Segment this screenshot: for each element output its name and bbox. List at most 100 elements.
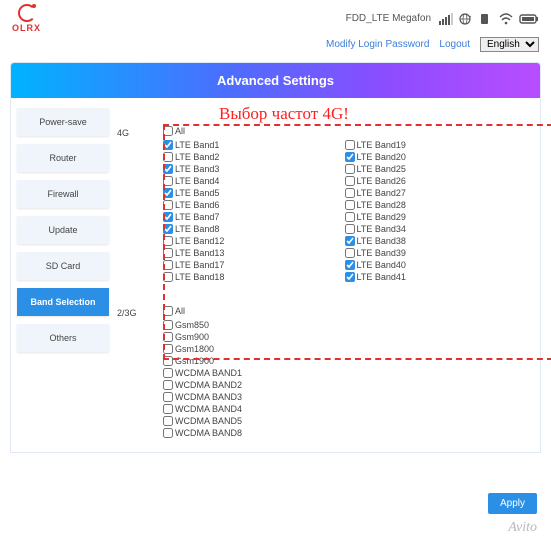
checkbox-lte-band19[interactable]: LTE Band19 xyxy=(345,140,527,150)
checkbox-input[interactable] xyxy=(163,344,173,354)
checkbox-input[interactable] xyxy=(163,332,173,342)
checkbox-4g-all[interactable]: All xyxy=(163,126,526,136)
checkbox-23g-all[interactable]: All xyxy=(163,306,526,316)
checkbox-wcdma-band5[interactable]: WCDMA BAND5 xyxy=(163,416,526,426)
checkbox-input[interactable] xyxy=(345,248,355,258)
checkbox-input[interactable] xyxy=(163,356,173,366)
checkbox-input[interactable] xyxy=(163,200,173,210)
checkbox-input[interactable] xyxy=(163,392,173,402)
checkbox-wcdma-band3[interactable]: WCDMA BAND3 xyxy=(163,392,526,402)
checkbox-input[interactable] xyxy=(163,306,173,316)
checkbox-label: LTE Band13 xyxy=(175,248,224,258)
network-status: FDD_LTE Megafon xyxy=(346,13,431,24)
brand-name: OLRX xyxy=(12,23,41,33)
sidebar-item-band-selection[interactable]: Band Selection xyxy=(17,288,109,316)
checkbox-wcdma-band1[interactable]: WCDMA BAND1 xyxy=(163,368,526,378)
checkbox-wcdma-band8[interactable]: WCDMA BAND8 xyxy=(163,428,526,438)
brand-logo: OLRX xyxy=(12,4,41,33)
checkbox-lte-band39[interactable]: LTE Band39 xyxy=(345,248,527,258)
checkbox-input[interactable] xyxy=(163,236,173,246)
sidebar-item-update[interactable]: Update xyxy=(17,216,109,244)
checkbox-lte-band40[interactable]: LTE Band40 xyxy=(345,260,527,270)
checkbox-input[interactable] xyxy=(163,188,173,198)
checkbox-input[interactable] xyxy=(163,428,173,438)
checkbox-label: LTE Band34 xyxy=(357,224,406,234)
checkbox-lte-band27[interactable]: LTE Band27 xyxy=(345,188,527,198)
checkbox-label: LTE Band17 xyxy=(175,260,224,270)
checkbox-lte-band7[interactable]: LTE Band7 xyxy=(163,212,345,222)
checkbox-input[interactable] xyxy=(163,320,173,330)
checkbox-lte-band1[interactable]: LTE Band1 xyxy=(163,140,345,150)
checkbox-lte-band29[interactable]: LTE Band29 xyxy=(345,212,527,222)
checkbox-label: Gsm900 xyxy=(175,332,209,342)
sidebar-item-sd-card[interactable]: SD Card xyxy=(17,252,109,280)
checkbox-input[interactable] xyxy=(163,224,173,234)
checkbox-lte-band3[interactable]: LTE Band3 xyxy=(163,164,345,174)
checkbox-label: LTE Band26 xyxy=(357,176,406,186)
callout-title: Выбор частот 4G! xyxy=(219,104,349,124)
checkbox-input[interactable] xyxy=(345,212,355,222)
checkbox-label: LTE Band18 xyxy=(175,272,224,282)
sidebar-item-firewall[interactable]: Firewall xyxy=(17,180,109,208)
checkbox-lte-band26[interactable]: LTE Band26 xyxy=(345,176,527,186)
checkbox-input[interactable] xyxy=(345,188,355,198)
checkbox-input[interactable] xyxy=(345,200,355,210)
checkbox-lte-band4[interactable]: LTE Band4 xyxy=(163,176,345,186)
checkbox-input[interactable] xyxy=(345,260,355,270)
checkbox-lte-band25[interactable]: LTE Band25 xyxy=(345,164,527,174)
checkbox-input[interactable] xyxy=(163,260,173,270)
checkbox-input[interactable] xyxy=(163,272,173,282)
checkbox-gsm900[interactable]: Gsm900 xyxy=(163,332,526,342)
checkbox-input[interactable] xyxy=(345,140,355,150)
svg-text:▾: ▾ xyxy=(469,14,471,19)
checkbox-input[interactable] xyxy=(345,164,355,174)
language-select[interactable]: English xyxy=(480,37,539,52)
checkbox-input[interactable] xyxy=(345,272,355,282)
checkbox-input[interactable] xyxy=(345,152,355,162)
checkbox-input[interactable] xyxy=(163,368,173,378)
checkbox-input[interactable] xyxy=(163,248,173,258)
checkbox-label: LTE Band41 xyxy=(357,272,406,282)
checkbox-gsm1800[interactable]: Gsm1800 xyxy=(163,344,526,354)
checkbox-lte-band17[interactable]: LTE Band17 xyxy=(163,260,345,270)
checkbox-lte-band2[interactable]: LTE Band2 xyxy=(163,152,345,162)
sidebar-item-router[interactable]: Router xyxy=(17,144,109,172)
checkbox-input[interactable] xyxy=(163,380,173,390)
checkbox-label: LTE Band28 xyxy=(357,200,406,210)
checkbox-wcdma-band4[interactable]: WCDMA BAND4 xyxy=(163,404,526,414)
checkbox-input[interactable] xyxy=(345,236,355,246)
sidebar-item-others[interactable]: Others xyxy=(17,324,109,352)
sidebar-item-power-save[interactable]: Power-save xyxy=(17,108,109,136)
checkbox-input[interactable] xyxy=(163,164,173,174)
logout-link[interactable]: Logout xyxy=(439,39,470,50)
checkbox-lte-band6[interactable]: LTE Band6 xyxy=(163,200,345,210)
checkbox-input[interactable] xyxy=(345,224,355,234)
checkbox-label: All xyxy=(175,126,185,136)
checkbox-input[interactable] xyxy=(163,212,173,222)
checkbox-wcdma-band2[interactable]: WCDMA BAND2 xyxy=(163,380,526,390)
checkbox-lte-band20[interactable]: LTE Band20 xyxy=(345,152,527,162)
checkbox-label: Gsm1900 xyxy=(175,356,214,366)
checkbox-lte-band5[interactable]: LTE Band5 xyxy=(163,188,345,198)
checkbox-input[interactable] xyxy=(163,404,173,414)
modify-password-link[interactable]: Modify Login Password xyxy=(326,39,429,50)
checkbox-lte-band28[interactable]: LTE Band28 xyxy=(345,200,527,210)
watermark: Avito xyxy=(508,520,537,536)
checkbox-gsm1900[interactable]: Gsm1900 xyxy=(163,356,526,366)
checkbox-input[interactable] xyxy=(163,152,173,162)
checkbox-lte-band8[interactable]: LTE Band8 xyxy=(163,224,345,234)
checkbox-input[interactable] xyxy=(163,140,173,150)
checkbox-input[interactable] xyxy=(163,126,173,136)
checkbox-input[interactable] xyxy=(163,176,173,186)
checkbox-lte-band18[interactable]: LTE Band18 xyxy=(163,272,345,282)
checkbox-label: LTE Band25 xyxy=(357,164,406,174)
checkbox-lte-band13[interactable]: LTE Band13 xyxy=(163,248,345,258)
checkbox-lte-band12[interactable]: LTE Band12 xyxy=(163,236,345,246)
apply-button[interactable]: Apply xyxy=(488,493,537,514)
checkbox-gsm850[interactable]: Gsm850 xyxy=(163,320,526,330)
checkbox-lte-band38[interactable]: LTE Band38 xyxy=(345,236,527,246)
checkbox-lte-band41[interactable]: LTE Band41 xyxy=(345,272,527,282)
checkbox-input[interactable] xyxy=(163,416,173,426)
checkbox-lte-band34[interactable]: LTE Band34 xyxy=(345,224,527,234)
checkbox-input[interactable] xyxy=(345,176,355,186)
